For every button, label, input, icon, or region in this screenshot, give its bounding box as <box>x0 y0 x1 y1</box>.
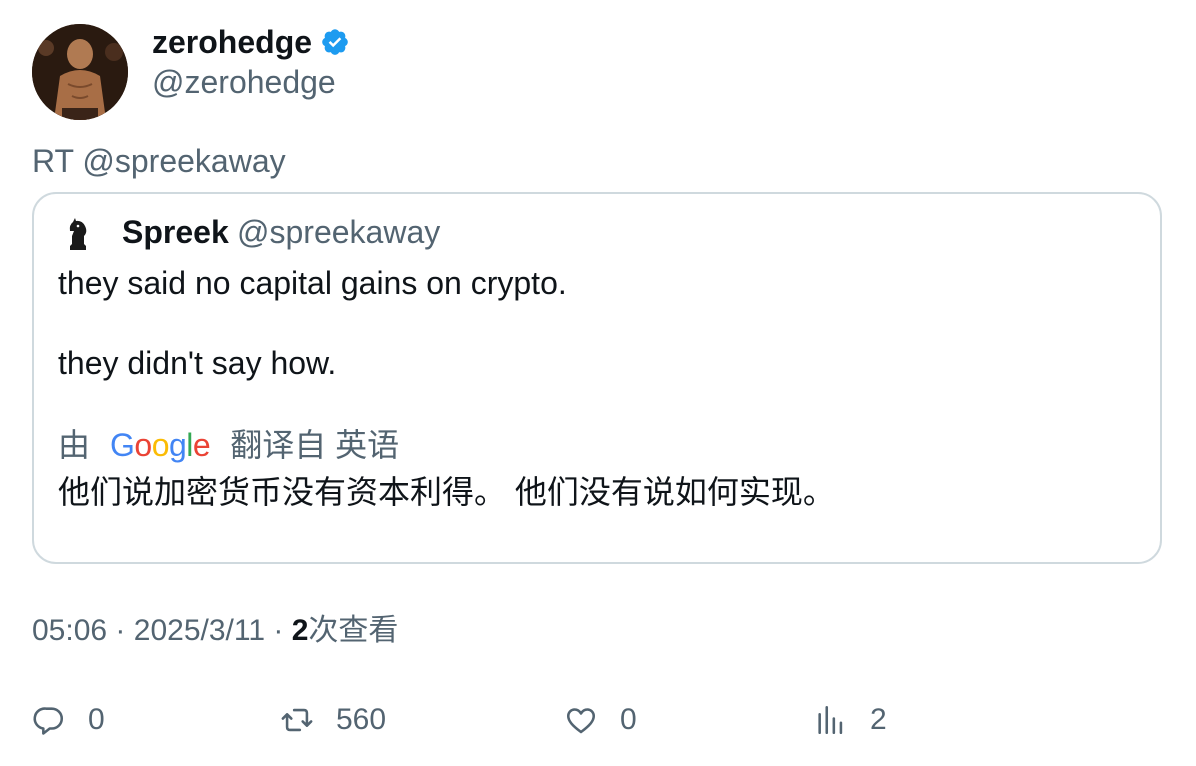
translation-attribution: 由 Google 翻译自 英语 <box>58 425 399 465</box>
views-label: 次查看 <box>308 614 399 647</box>
reply-count: 0 <box>88 703 105 736</box>
retweet-icon <box>281 708 313 732</box>
avatar-image <box>32 24 128 120</box>
like-button[interactable]: 0 <box>564 700 637 740</box>
author-avatar[interactable] <box>32 24 128 120</box>
tweet-time[interactable]: 05:06 <box>32 614 107 647</box>
retweet-button[interactable]: 560 <box>280 700 386 740</box>
like-count: 0 <box>620 703 637 736</box>
verified-badge-icon <box>322 29 348 55</box>
quoted-text-line-1: they said no capital gains on crypto. <box>58 265 567 301</box>
quoted-text-line-2: they didn't say how. <box>58 345 337 381</box>
quoted-author-name[interactable]: Spreek <box>122 212 229 252</box>
author-display-name-row: zerohedge <box>152 22 350 62</box>
author-display-name[interactable]: zerohedge <box>152 22 312 62</box>
analytics-icon <box>818 705 843 735</box>
views-count: 2 <box>291 614 309 647</box>
chess-knight-icon <box>69 218 87 250</box>
views-action-count: 2 <box>870 703 887 736</box>
meta-separator: · <box>273 614 284 647</box>
quoted-author-handle[interactable]: @spreekaway <box>237 212 440 252</box>
tweet-date[interactable]: 2025/3/11 <box>134 614 265 647</box>
retweet-count: 560 <box>336 703 387 736</box>
heart-icon <box>566 708 596 734</box>
retweet-text: RT @spreekaway <box>32 143 286 179</box>
translate-prefix: 由 <box>58 427 91 463</box>
translated-text: 他们说加密货币没有资本利得。 他们没有说如何实现。 <box>58 474 835 510</box>
views-button[interactable]: 2 <box>814 700 887 740</box>
translate-suffix: 翻译自 英语 <box>230 427 400 463</box>
quoted-author-avatar[interactable] <box>58 214 98 254</box>
reply-icon <box>33 707 64 735</box>
author-handle[interactable]: @zerohedge <box>152 62 336 102</box>
reply-button[interactable]: 0 <box>32 700 105 740</box>
google-logo[interactable]: Google <box>110 425 211 465</box>
tweet-meta: 05:06 · 2025/3/11 · 2次查看 <box>32 611 398 651</box>
meta-separator: · <box>115 614 126 647</box>
